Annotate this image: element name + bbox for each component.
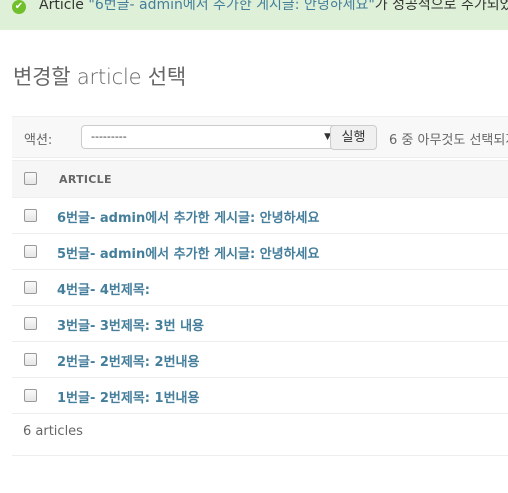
row-checkbox[interactable] bbox=[24, 353, 37, 366]
actions-bar: 액션: --------- ▼ 실행 6 중 아무것도 선택되지 않았습니다 bbox=[12, 116, 508, 158]
message-suffix: 가 성공적으로 추가되었습니다. bbox=[374, 0, 508, 13]
row-checkbox[interactable] bbox=[24, 317, 37, 330]
row-checkbox[interactable] bbox=[24, 389, 37, 402]
actions-label: 액션: bbox=[24, 133, 53, 148]
action-select[interactable]: --------- ▼ bbox=[81, 125, 337, 149]
go-button[interactable]: 실행 bbox=[330, 125, 377, 150]
table-row: 4번글- 4번제목: bbox=[12, 270, 508, 306]
action-select-value: --------- bbox=[91, 130, 127, 143]
row-link[interactable]: 5번글- admin에서 추가한 게시글: 안녕하세요 bbox=[57, 243, 319, 262]
page-title: 변경할 article 선택 bbox=[13, 65, 187, 89]
table-header-row: ARTICLE bbox=[12, 160, 508, 198]
checkmark-icon: ✔ bbox=[12, 0, 26, 14]
column-header-article[interactable]: ARTICLE bbox=[59, 173, 112, 186]
row-link[interactable]: 4번글- 4번제목: bbox=[57, 279, 150, 298]
row-checkbox[interactable] bbox=[24, 281, 37, 294]
table-row: 3번글- 3번제목: 3번 내용 bbox=[12, 306, 508, 342]
result-count: 6 articles bbox=[23, 424, 83, 439]
results-table: ARTICLE 6번글- admin에서 추가한 게시글: 안녕하세요 5번글-… bbox=[12, 160, 508, 414]
row-link[interactable]: 1번글- 2번제목: 1번내용 bbox=[57, 387, 199, 406]
row-checkbox[interactable] bbox=[24, 245, 37, 258]
paginator: 6 articles bbox=[12, 405, 508, 456]
table-row: 5번글- admin에서 추가한 게시글: 안녕하세요 bbox=[12, 234, 508, 270]
row-link[interactable]: 6번글- admin에서 추가한 게시글: 안녕하세요 bbox=[57, 207, 319, 226]
message-article-link[interactable]: "6번글- admin에서 추가한 게시글: 안녕하세요" bbox=[88, 0, 374, 13]
selection-count: 6 중 아무것도 선택되지 않았습니다 bbox=[389, 133, 508, 148]
table-row: 6번글- admin에서 추가한 게시글: 안녕하세요 bbox=[12, 198, 508, 234]
success-message-text: Article "6번글- admin에서 추가한 게시글: 안녕하세요"가 성… bbox=[39, 0, 508, 15]
success-message: ✔ Article "6번글- admin에서 추가한 게시글: 안녕하세요"가… bbox=[0, 0, 508, 30]
select-all-checkbox[interactable] bbox=[24, 172, 37, 185]
message-prefix: Article bbox=[39, 0, 89, 13]
table-row: 2번글- 2번제목: 2번내용 bbox=[12, 342, 508, 378]
row-link[interactable]: 3번글- 3번제목: 3번 내용 bbox=[57, 315, 204, 334]
row-checkbox[interactable] bbox=[24, 209, 37, 222]
row-link[interactable]: 2번글- 2번제목: 2번내용 bbox=[57, 351, 199, 370]
